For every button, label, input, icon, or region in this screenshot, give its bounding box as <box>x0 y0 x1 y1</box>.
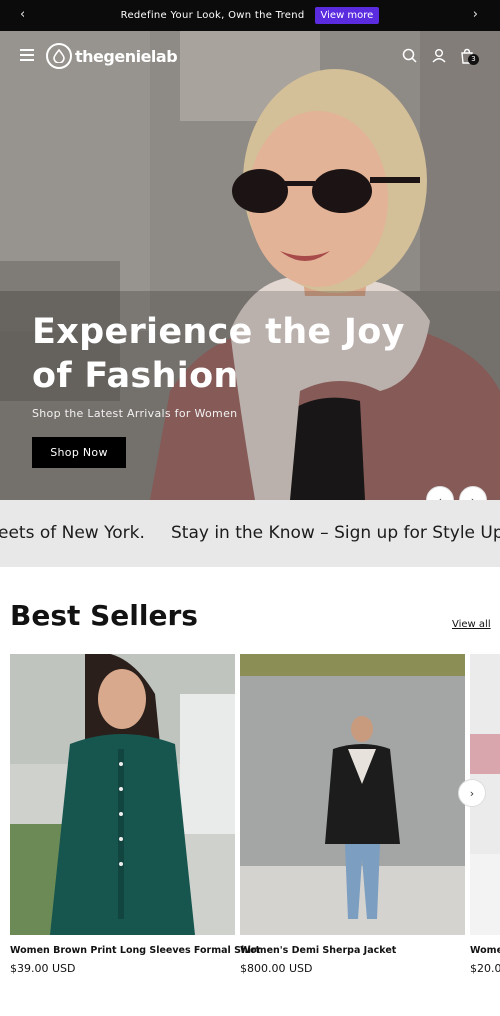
logo[interactable]: thegenielab <box>46 43 178 69</box>
product-name[interactable]: Women's Demi Sherpa Jacket <box>240 945 396 956</box>
hero-subtitle: Shop the Latest Arrivals for Women <box>32 407 238 420</box>
product-image[interactable] <box>240 654 465 935</box>
hero-banner: Experience the Joy of Fashion Shop the L… <box>0 31 500 500</box>
shop-now-button[interactable]: Shop Now <box>32 437 126 468</box>
hero-title: Experience the Joy of Fashion <box>32 312 405 396</box>
marquee-item: Stay in the Know – Sign up for Style Upd… <box>171 523 500 543</box>
site-header: thegenielab <box>0 31 500 81</box>
drop-icon <box>46 43 72 69</box>
view-more-button[interactable]: View more <box>314 7 380 24</box>
best-sellers-title: Best Sellers <box>10 599 198 632</box>
cart-count-badge: 3 <box>468 54 479 65</box>
product-price: $800.00 USD <box>240 962 313 975</box>
announcement-bar: ‹ Redefine Your Look, Own the Trend View… <box>0 0 500 31</box>
carousel-next-button[interactable]: › <box>458 779 486 807</box>
product-price: $20.0 <box>470 962 500 975</box>
announcement-prev-icon[interactable]: ‹ <box>20 7 25 22</box>
hero-image <box>0 31 500 500</box>
account-icon[interactable] <box>430 47 448 65</box>
logo-text: thegenielab <box>75 46 178 66</box>
announcement-message: Redefine Your Look, Own the Trend <box>120 10 305 21</box>
search-icon[interactable] <box>401 47 419 65</box>
product-name[interactable]: Wome <box>470 945 500 956</box>
product-image[interactable] <box>10 654 235 935</box>
view-all-link[interactable]: View all <box>452 619 491 630</box>
product-price: $39.00 USD <box>10 962 76 975</box>
marquee-item: eets of New York. <box>0 523 145 543</box>
product-name[interactable]: Women Brown Print Long Sleeves Formal Sh… <box>10 945 260 956</box>
announcement-next-icon[interactable]: › <box>473 7 478 22</box>
marquee-bar: eets of New York. Stay in the Know – Sig… <box>0 500 500 567</box>
menu-icon[interactable] <box>20 49 34 61</box>
